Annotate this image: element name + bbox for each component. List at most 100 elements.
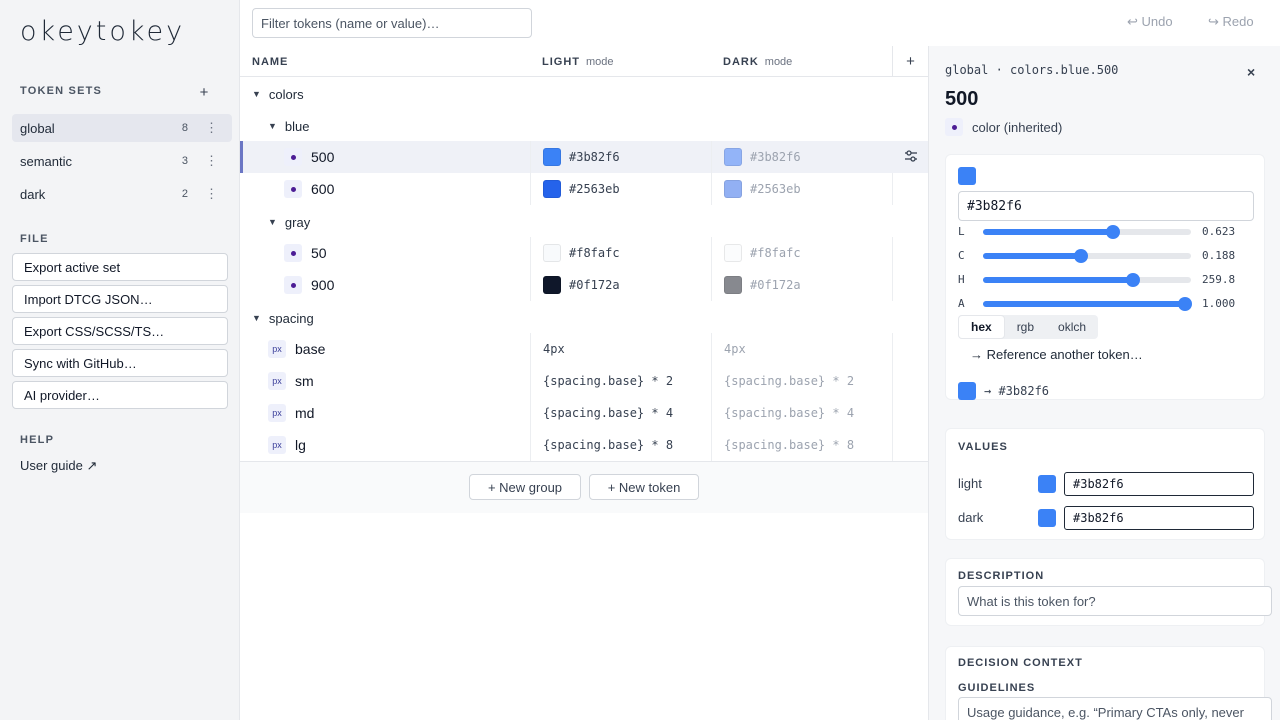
dark-value-cell[interactable]: #2563eb [711, 173, 892, 205]
add-token-set-button[interactable]: + [197, 84, 211, 101]
ai-provider-button[interactable]: AI provider… [12, 381, 228, 409]
color-swatch[interactable] [1038, 475, 1056, 493]
light-value-cell[interactable]: {spacing.base} * 4 [530, 397, 711, 429]
light-value-cell[interactable]: {spacing.base} * 8 [530, 429, 711, 461]
dark-value-cell[interactable]: #f8fafc [711, 237, 892, 269]
dark-value-cell[interactable]: 4px [711, 333, 892, 365]
slider-handle[interactable] [1126, 273, 1141, 287]
slider-track[interactable] [983, 273, 1191, 287]
group-row-colors[interactable]: ▼ colors [240, 78, 928, 110]
light-value-cell[interactable]: 4px [530, 333, 711, 365]
group-row-blue[interactable]: ▼ blue [240, 110, 928, 142]
undo-button[interactable]: ↩ Undo [1127, 14, 1173, 30]
token-row-gray-900[interactable]: 900 #0f172a #0f172a [240, 269, 928, 301]
caret-down-icon[interactable]: ▼ [252, 313, 261, 323]
new-token-button[interactable]: + New token [589, 474, 699, 500]
token-row-gray-50[interactable]: 50 #f8fafc #f8fafc [240, 237, 928, 269]
color-type-icon [284, 244, 302, 262]
slider-track[interactable] [983, 249, 1191, 263]
caret-down-icon[interactable]: ▼ [252, 89, 261, 99]
dimension-type-icon: px [268, 404, 286, 422]
light-value-cell[interactable]: #0f172a [530, 269, 711, 301]
import-dtcg-button[interactable]: Import DTCG JSON… [12, 285, 228, 313]
light-value-input[interactable] [1064, 472, 1254, 496]
slider-label: A [958, 297, 965, 310]
light-value-cell[interactable]: #3b82f6 [530, 141, 711, 173]
token-name: sm [295, 373, 314, 389]
token-set-semantic[interactable]: semantic 3 ⋮ [12, 147, 232, 175]
export-active-set-button[interactable]: Export active set [12, 253, 228, 281]
row-end-cell [892, 429, 928, 461]
token-row-blue-600[interactable]: 600 #2563eb #2563eb [240, 173, 928, 205]
token-set-count: 2 [181, 188, 188, 200]
dark-value-cell[interactable]: {spacing.base} * 4 [711, 397, 892, 429]
token-name: lg [295, 437, 306, 453]
new-group-button[interactable]: + New group [469, 474, 581, 500]
column-header-name: NAME [252, 56, 289, 68]
token-row-spacing-lg[interactable]: px lg {spacing.base} * 8 {spacing.base} *… [240, 429, 928, 461]
slider-handle[interactable] [1177, 297, 1192, 311]
slider-handle[interactable] [1073, 249, 1088, 263]
token-set-name: dark [20, 186, 46, 202]
value-row-dark: dark [958, 506, 1258, 530]
format-oklch-tab[interactable]: oklch [1046, 315, 1098, 339]
decision-context-card: DECISION CONTEXT GUIDELINES [945, 646, 1272, 720]
dark-value: {spacing.base} * 8 [724, 438, 855, 452]
hue-slider[interactable]: H 259.8 [958, 272, 1258, 288]
lightness-slider[interactable]: L 0.623 [958, 224, 1258, 240]
token-path-breadcrumb: global · colors.blue.500 [945, 63, 1119, 77]
dark-value-input[interactable] [1064, 506, 1254, 530]
caret-down-icon[interactable]: ▼ [268, 217, 277, 227]
color-preview-swatch[interactable] [958, 167, 976, 185]
sync-github-button[interactable]: Sync with GitHub… [12, 349, 228, 377]
token-row-spacing-base[interactable]: px base 4px 4px [240, 333, 928, 365]
light-value-cell[interactable]: #f8fafc [530, 237, 711, 269]
group-row-gray[interactable]: ▼ gray [240, 206, 928, 238]
hex-input[interactable] [958, 191, 1254, 221]
description-input[interactable] [958, 586, 1272, 616]
light-value-cell[interactable]: {spacing.base} * 2 [530, 365, 711, 397]
group-row-spacing[interactable]: ▼ spacing [240, 302, 928, 334]
dimension-type-icon: px [268, 340, 286, 358]
token-set-menu-icon[interactable]: ⋮ [205, 120, 218, 136]
add-mode-button[interactable]: + [892, 46, 928, 77]
redo-button[interactable]: ↪ Redo [1208, 14, 1254, 30]
light-value: #0f172a [569, 278, 620, 292]
column-header-dark[interactable]: DARK mode [723, 56, 792, 68]
token-set-menu-icon[interactable]: ⋮ [205, 153, 218, 169]
token-row-spacing-sm[interactable]: px sm {spacing.base} * 2 {spacing.base} *… [240, 365, 928, 397]
token-row-spacing-md[interactable]: px md {spacing.base} * 4 {spacing.base} *… [240, 397, 928, 429]
caret-down-icon[interactable]: ▼ [268, 121, 277, 131]
light-value: {spacing.base} * 4 [543, 406, 674, 420]
guidelines-input[interactable] [958, 697, 1272, 720]
token-row-blue-500[interactable]: 500 #3b82f6 #3b82f6 [240, 141, 928, 173]
token-set-dark[interactable]: dark 2 ⋮ [12, 180, 232, 208]
color-swatch[interactable] [1038, 509, 1056, 527]
dark-value-cell[interactable]: #3b82f6 [711, 141, 892, 173]
resolved-value-text: → #3b82f6 [984, 384, 1050, 398]
slider-handle[interactable] [1105, 225, 1120, 239]
slider-track[interactable] [983, 225, 1191, 239]
alpha-slider[interactable]: A 1.000 [958, 296, 1258, 312]
token-set-menu-icon[interactable]: ⋮ [205, 186, 218, 202]
format-rgb-tab[interactable]: rgb [1005, 315, 1046, 339]
dark-value-cell[interactable]: {spacing.base} * 2 [711, 365, 892, 397]
column-header-light[interactable]: LIGHT mode [542, 56, 614, 68]
dark-value-cell[interactable]: {spacing.base} * 8 [711, 429, 892, 461]
group-label: spacing [268, 310, 314, 326]
export-css-button[interactable]: Export CSS/SCSS/TS… [12, 317, 228, 345]
dark-value-cell[interactable]: #0f172a [711, 269, 892, 301]
reference-token-link[interactable]: → Reference another token… [970, 347, 1143, 362]
light-value-cell[interactable]: #2563eb [530, 173, 711, 205]
token-name: md [295, 405, 315, 421]
close-icon[interactable]: × [1247, 64, 1255, 80]
format-hex-tab[interactable]: hex [958, 315, 1005, 339]
slider-fill [983, 253, 1081, 259]
user-guide-link[interactable]: User guide ↗ [20, 458, 97, 474]
token-set-global[interactable]: global 8 ⋮ [12, 114, 232, 142]
filter-tokens-input[interactable] [252, 8, 532, 38]
slider-track[interactable] [983, 297, 1192, 311]
sliders-icon[interactable] [904, 149, 918, 163]
color-swatch [724, 148, 742, 166]
chroma-slider[interactable]: C 0.188 [958, 248, 1258, 264]
